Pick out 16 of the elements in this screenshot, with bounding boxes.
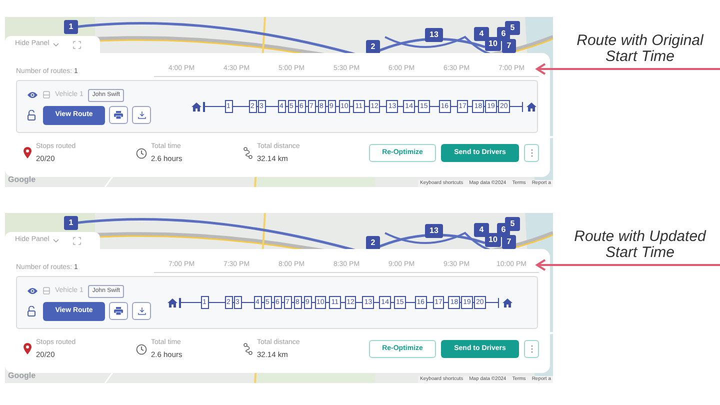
map-marker[interactable]: 7 (502, 235, 516, 249)
map-marker[interactable]: 2 (366, 236, 380, 250)
google-logo: Google (8, 370, 36, 382)
map-marker[interactable]: 7 (502, 39, 516, 53)
map-marker[interactable]: 13 (425, 224, 443, 238)
annotation-text: Route with Original Start Time (576, 33, 704, 65)
map-marker[interactable]: 2 (366, 40, 380, 54)
map-marker[interactable]: 4 (474, 27, 489, 41)
map-marker[interactable]: 10 (485, 233, 501, 247)
map-marker[interactable]: 1 (64, 20, 78, 34)
map-marker[interactable]: 1 (64, 216, 78, 230)
map-marker[interactable]: 4 (474, 223, 489, 237)
map-marker[interactable]: 10 (485, 37, 501, 51)
google-logo: Google (8, 174, 36, 186)
annotation-text: Route with Updated Start Time (574, 229, 706, 261)
map-marker[interactable]: 13 (425, 28, 443, 42)
